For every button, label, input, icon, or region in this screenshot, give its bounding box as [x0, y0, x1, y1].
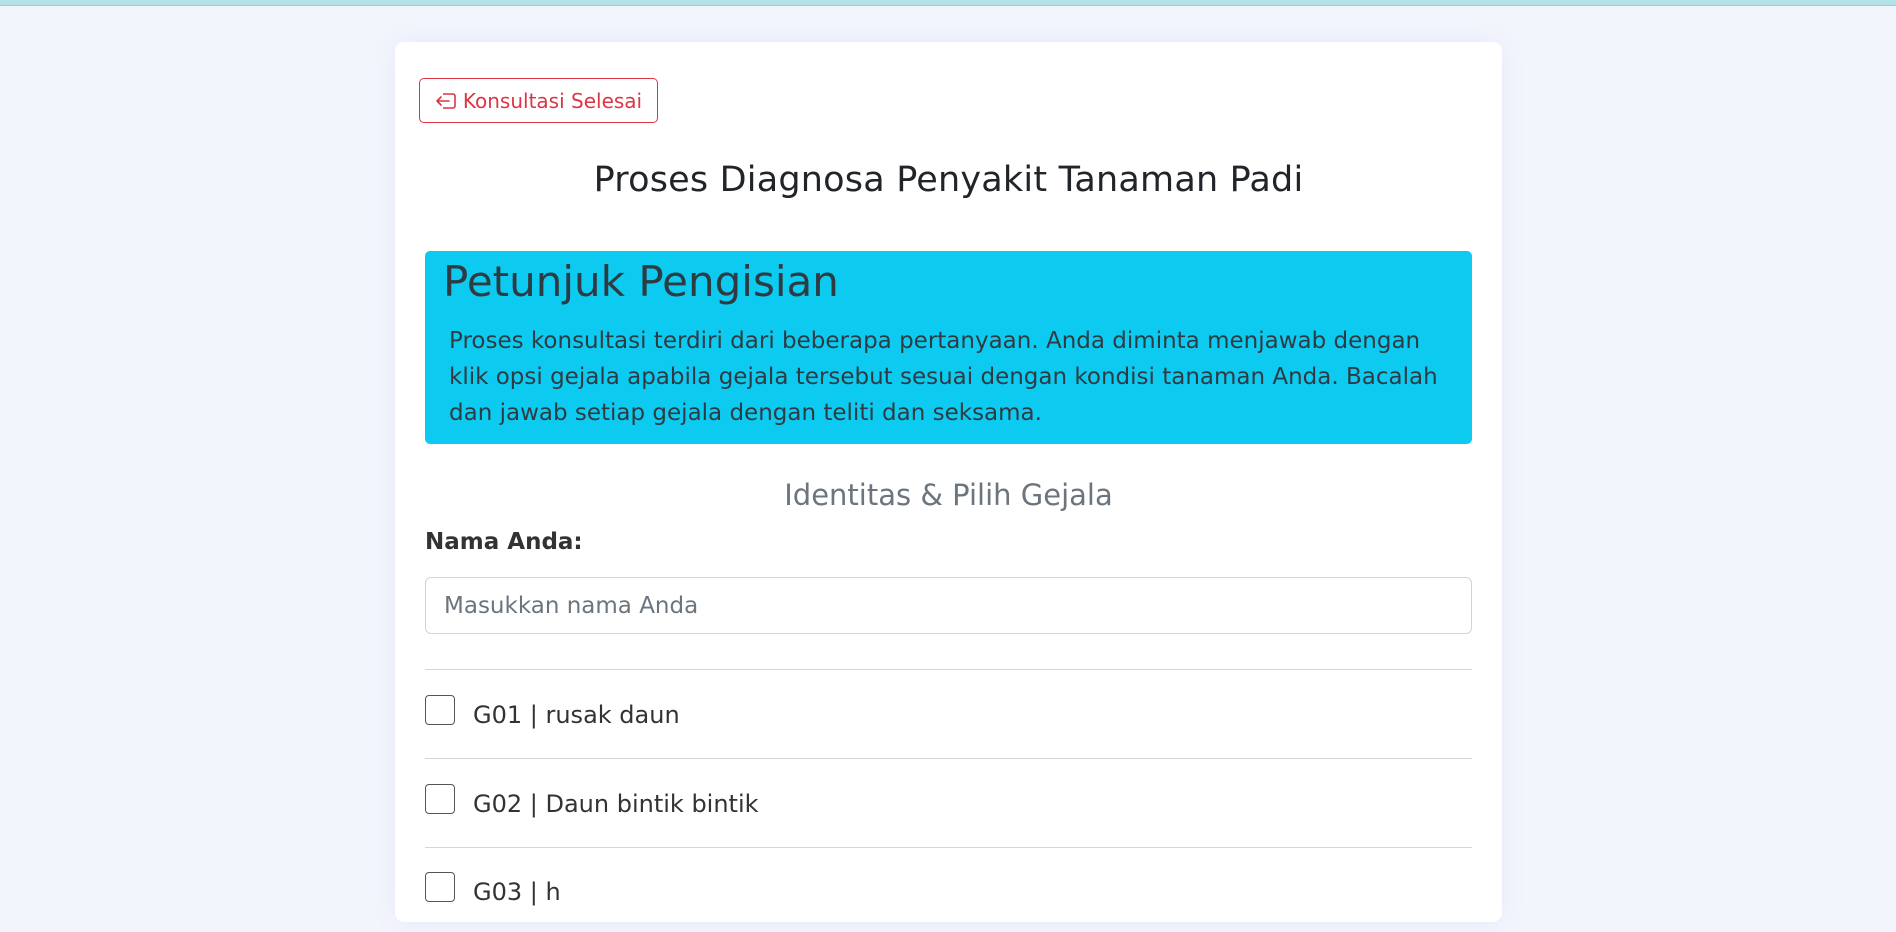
symptom-label: G03 | h: [473, 878, 561, 906]
symptom-item[interactable]: G01 | rusak daun: [425, 695, 1472, 755]
symptom-item[interactable]: G02 | Daun bintik bintik: [425, 784, 1472, 844]
symptom-checkbox[interactable]: [425, 872, 455, 902]
instructions-title: Petunjuk Pengisian: [443, 257, 839, 306]
symptom-label: G01 | rusak daun: [473, 701, 680, 729]
symptom-checkbox[interactable]: [425, 695, 455, 725]
name-input[interactable]: [425, 577, 1472, 634]
name-label: Nama Anda:: [425, 529, 583, 555]
divider: [425, 758, 1472, 759]
instructions-alert: Petunjuk Pengisian Proses konsultasi ter…: [425, 251, 1472, 444]
finish-consultation-label: Konsultasi Selesai: [462, 88, 643, 113]
page-title: Proses Diagnosa Penyakit Tanaman Padi: [593, 160, 1304, 200]
box-arrow-left-icon: [435, 91, 457, 111]
divider: [425, 669, 1472, 670]
symptom-label: G02 | Daun bintik bintik: [473, 790, 759, 818]
finish-consultation-button[interactable]: Konsultasi Selesai: [419, 78, 658, 123]
instructions-text: Proses konsultasi terdiri dari beberapa …: [449, 328, 1438, 426]
symptom-checkbox[interactable]: [425, 784, 455, 814]
divider: [425, 847, 1472, 848]
top-accent-bar: [0, 0, 1896, 6]
section-title: Identitas & Pilih Gejala: [784, 478, 1113, 512]
symptom-item[interactable]: G03 | h: [425, 872, 1472, 932]
consultation-card: Konsultasi Selesai Proses Diagnosa Penya…: [395, 42, 1502, 922]
